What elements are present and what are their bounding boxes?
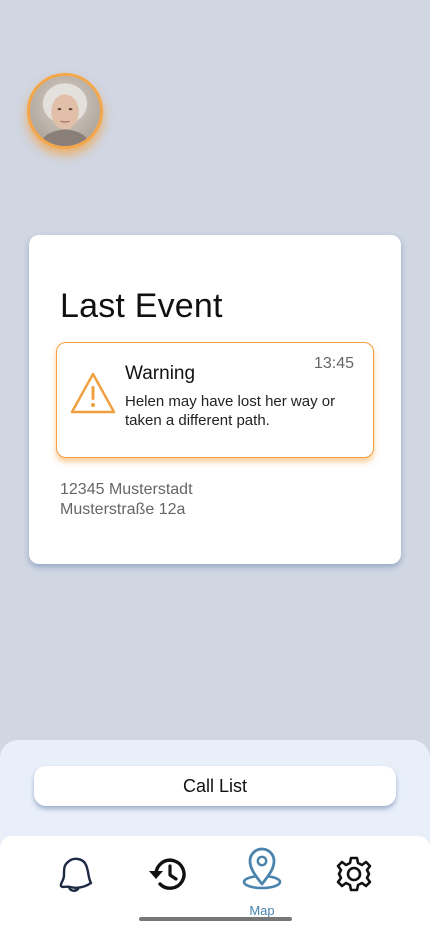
last-event-card: Last Event Warning 13:45 Helen may have … — [29, 235, 401, 564]
map-pin-icon — [242, 847, 282, 890]
avatar-portrait-image — [30, 76, 100, 146]
nav-item-settings[interactable] — [324, 850, 384, 910]
history-icon — [149, 858, 186, 890]
warning-triangle-icon — [70, 372, 116, 414]
nav-item-map[interactable]: Map — [232, 847, 292, 918]
nav-label-map: Map — [249, 903, 275, 918]
warning-alert[interactable]: Warning 13:45 Helen may have lost her wa… — [56, 342, 374, 458]
event-address: 12345 Musterstadt Musterstraße 12a — [60, 480, 193, 520]
profile-avatar[interactable] — [27, 73, 103, 149]
warning-time: 13:45 — [313, 355, 354, 372]
gear-icon — [336, 856, 372, 892]
call-list-button[interactable]: Call List — [34, 766, 396, 806]
nav-item-history[interactable] — [138, 850, 198, 910]
address-line-street: Musterstraße 12a — [60, 501, 186, 518]
nav-item-notifications[interactable] — [46, 850, 106, 910]
warning-label: Warning — [125, 363, 196, 384]
address-line-city: 12345 Musterstadt — [60, 481, 193, 498]
bell-icon — [59, 857, 93, 892]
home-indicator — [139, 917, 292, 921]
last-event-title: Last Event — [60, 287, 223, 325]
warning-message: Helen may have lost her way or taken a d… — [125, 393, 336, 429]
